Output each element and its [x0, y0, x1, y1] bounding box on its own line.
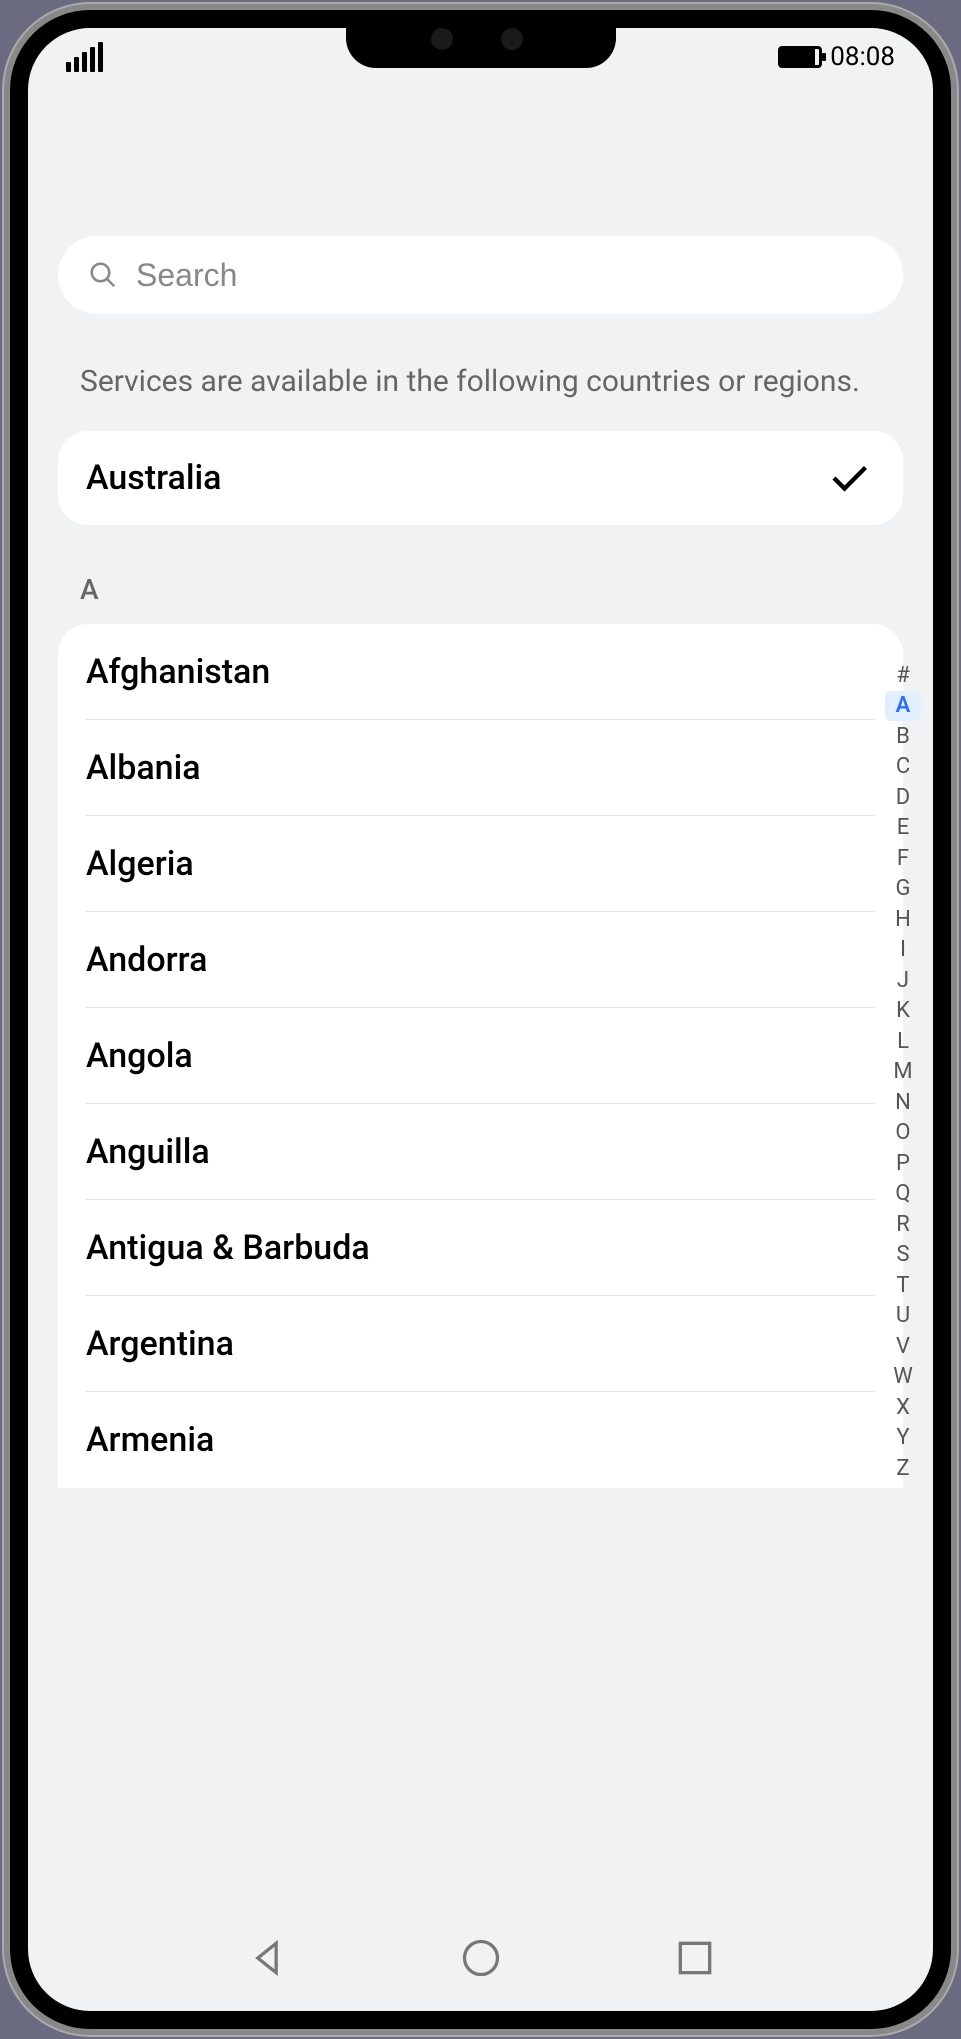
phone-frame: 08:08 Services are available in the foll…: [10, 10, 951, 2029]
nav-recent-icon[interactable]: [673, 1936, 717, 1980]
alpha-index-letter[interactable]: K: [885, 996, 921, 1027]
country-list: Afghanistan Albania Algeria Andorra Ango…: [58, 624, 903, 1488]
list-item-label: Angola: [86, 1036, 193, 1076]
list-item-label: Anguilla: [86, 1132, 210, 1172]
content-area: Services are available in the following …: [28, 86, 933, 1921]
alpha-index-letter[interactable]: E: [885, 813, 921, 844]
alpha-index-letter[interactable]: #: [885, 660, 921, 691]
list-item[interactable]: Antigua & Barbuda: [86, 1200, 875, 1296]
alpha-index-letter[interactable]: S: [885, 1240, 921, 1271]
checkmark-icon: [827, 457, 869, 499]
alpha-index-letter[interactable]: I: [885, 935, 921, 966]
alpha-index-letter[interactable]: W: [885, 1362, 921, 1393]
system-nav-bar: [28, 1923, 933, 1993]
nav-back-icon[interactable]: [245, 1936, 289, 1980]
alpha-index-letter[interactable]: F: [885, 843, 921, 874]
alpha-index-letter[interactable]: L: [885, 1026, 921, 1057]
list-item[interactable]: Afghanistan: [86, 624, 875, 720]
alpha-index-letter[interactable]: B: [885, 721, 921, 752]
status-left: [66, 42, 103, 72]
alpha-index-letter[interactable]: O: [885, 1118, 921, 1149]
alpha-index-letter[interactable]: G: [885, 874, 921, 905]
list-item-label: Armenia: [86, 1420, 214, 1460]
alpha-index-letter[interactable]: C: [885, 752, 921, 783]
list-item[interactable]: Anguilla: [86, 1104, 875, 1200]
search-input[interactable]: [136, 257, 873, 294]
list-item[interactable]: Angola: [86, 1008, 875, 1104]
list-item[interactable]: Albania: [86, 720, 875, 816]
alpha-index-letter[interactable]: H: [885, 904, 921, 935]
search-icon: [88, 260, 118, 290]
status-clock: 08:08: [830, 42, 895, 72]
phone-screen: 08:08 Services are available in the foll…: [28, 28, 933, 2011]
alpha-index-letter[interactable]: D: [885, 782, 921, 813]
alpha-index-letter[interactable]: Y: [885, 1423, 921, 1454]
list-item[interactable]: Algeria: [86, 816, 875, 912]
list-item[interactable]: Armenia: [86, 1392, 875, 1488]
alpha-index-letter[interactable]: T: [885, 1270, 921, 1301]
list-item[interactable]: Argentina: [86, 1296, 875, 1392]
phone-notch: [346, 10, 616, 68]
battery-icon: [778, 46, 822, 68]
alpha-index-letter[interactable]: M: [885, 1057, 921, 1088]
list-item-label: Algeria: [86, 844, 194, 884]
alpha-index-letter[interactable]: Q: [885, 1179, 921, 1210]
alpha-index[interactable]: #ABCDEFGHIJKLMNOPQRSTUVWXYZ: [885, 660, 921, 1484]
list-item-label: Afghanistan: [86, 652, 270, 692]
info-text: Services are available in the following …: [28, 314, 933, 431]
selected-country-card[interactable]: Australia: [58, 431, 903, 525]
selected-country-label: Australia: [86, 458, 222, 498]
alpha-index-letter[interactable]: U: [885, 1301, 921, 1332]
alpha-index-letter[interactable]: J: [885, 965, 921, 996]
nav-home-icon[interactable]: [459, 1936, 503, 1980]
alpha-index-letter[interactable]: A: [885, 691, 921, 722]
list-item[interactable]: Andorra: [86, 912, 875, 1008]
list-item-label: Albania: [86, 748, 201, 788]
status-right: 08:08: [778, 42, 895, 72]
list-item-label: Andorra: [86, 940, 207, 980]
search-bar[interactable]: [58, 236, 903, 314]
signal-icon: [66, 42, 103, 72]
list-item-label: Argentina: [86, 1324, 234, 1364]
alpha-index-letter[interactable]: P: [885, 1148, 921, 1179]
section-header: A: [28, 525, 933, 624]
alpha-index-letter[interactable]: Z: [885, 1453, 921, 1484]
list-item-label: Antigua & Barbuda: [86, 1228, 370, 1268]
alpha-index-letter[interactable]: N: [885, 1087, 921, 1118]
alpha-index-letter[interactable]: X: [885, 1392, 921, 1423]
header-space: [28, 86, 933, 236]
alpha-index-letter[interactable]: R: [885, 1209, 921, 1240]
alpha-index-letter[interactable]: V: [885, 1331, 921, 1362]
